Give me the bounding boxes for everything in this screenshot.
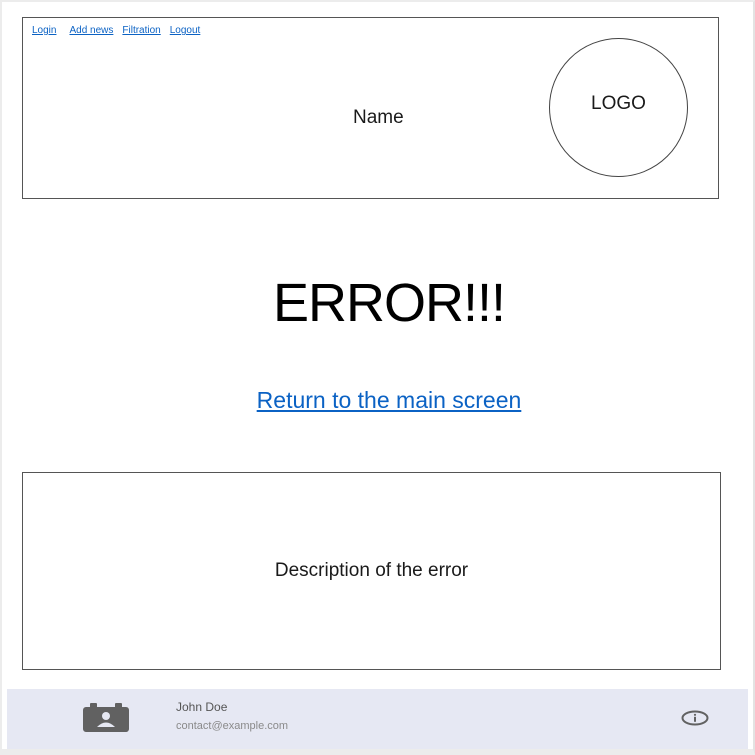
nav-login-link[interactable]: Login xyxy=(32,25,56,36)
site-header: Login Add news Filtration Logout Name LO… xyxy=(22,17,719,199)
info-icon[interactable] xyxy=(681,710,709,726)
nav-filtration-link[interactable]: Filtration xyxy=(122,25,160,36)
return-to-main-link[interactable]: Return to the main screen xyxy=(0,387,755,414)
logo: LOGO xyxy=(549,38,688,177)
nav-add-news-link[interactable]: Add news xyxy=(69,25,113,36)
contact-card-icon xyxy=(83,703,129,732)
footer: John Doe contact@example.com xyxy=(7,689,748,749)
nav-logout-link[interactable]: Logout xyxy=(170,25,201,36)
user-email: contact@example.com xyxy=(176,720,289,732)
error-description-text: Description of the error xyxy=(274,560,469,581)
logo-text: LOGO xyxy=(591,93,646,114)
error-description-box: Description of the error xyxy=(22,472,721,670)
error-title: ERROR!!! xyxy=(272,273,506,333)
user-name: John Doe xyxy=(176,700,228,714)
site-name: Name xyxy=(353,107,404,128)
top-nav: Login Add news Filtration Logout xyxy=(32,25,209,36)
